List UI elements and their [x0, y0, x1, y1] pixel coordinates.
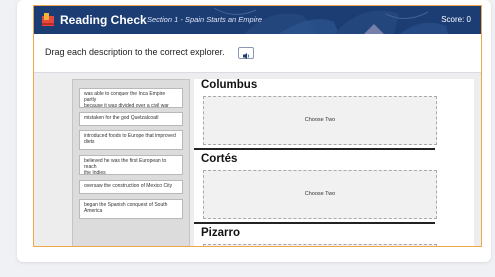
drop-zone-label: Choose Two	[304, 191, 336, 197]
drop-zone-label: Choose Two	[304, 117, 336, 123]
description-card[interactable]: mistaken for the god Quetzalcoatl	[79, 112, 183, 126]
app-title: Reading Check	[60, 13, 147, 27]
card-line: diets	[84, 139, 95, 145]
explorer-title: Pizarro	[201, 227, 240, 239]
description-card[interactable]: began the Spanish conquest of South Amer…	[79, 199, 183, 219]
explorers-panel: Columbus Choose Two Cortés Choose Two Pi…	[194, 79, 474, 246]
divider	[194, 222, 435, 224]
description-card[interactable]: introduced foods to Europe that improved…	[79, 130, 183, 150]
card-line: was able to conquer the Inca Empire part…	[84, 91, 166, 103]
activity-frame: Reading Check Section 1 - Spain Starts a…	[33, 5, 482, 247]
description-card[interactable]: believed he was the first European to re…	[79, 155, 183, 176]
card-line: mistaken for the god Quetzalcoatl	[84, 115, 159, 121]
book-flag-icon	[42, 13, 54, 26]
explorer-title: Cortés	[201, 153, 238, 165]
cards-panel: was able to conquer the Inca Empire part…	[72, 79, 190, 246]
card-line: the Indies	[84, 170, 106, 176]
workspace: was able to conquer the Inca Empire part…	[34, 73, 481, 246]
card-line: introduced foods to Europe that improved	[84, 133, 176, 139]
drop-zone-cortes[interactable]: Choose Two	[203, 170, 437, 219]
instruction-bar: Drag each description to the correct exp…	[34, 34, 481, 73]
header-bar: Reading Check Section 1 - Spain Starts a…	[34, 6, 481, 34]
divider	[194, 148, 435, 150]
card-line: America	[84, 208, 103, 214]
audio-button[interactable]	[238, 47, 254, 59]
score-label: Score: 0	[441, 15, 471, 24]
section-title: Section 1 - Spain Starts an Empire	[147, 15, 263, 24]
speaker-icon	[243, 53, 249, 59]
drop-zone-pizarro[interactable]	[203, 244, 437, 246]
card-line: oversaw the construction of Mexico City	[84, 183, 173, 189]
drop-zone-columbus[interactable]: Choose Two	[203, 96, 437, 145]
description-card[interactable]: was able to conquer the Inca Empire part…	[79, 88, 183, 109]
card-line: believed he was the first European to re…	[84, 158, 167, 170]
instruction-text: Drag each description to the correct exp…	[45, 47, 225, 57]
description-card[interactable]: oversaw the construction of Mexico City	[79, 180, 183, 194]
explorer-title: Columbus	[201, 79, 258, 91]
card-line: because it was divided over a civil war	[84, 103, 169, 109]
